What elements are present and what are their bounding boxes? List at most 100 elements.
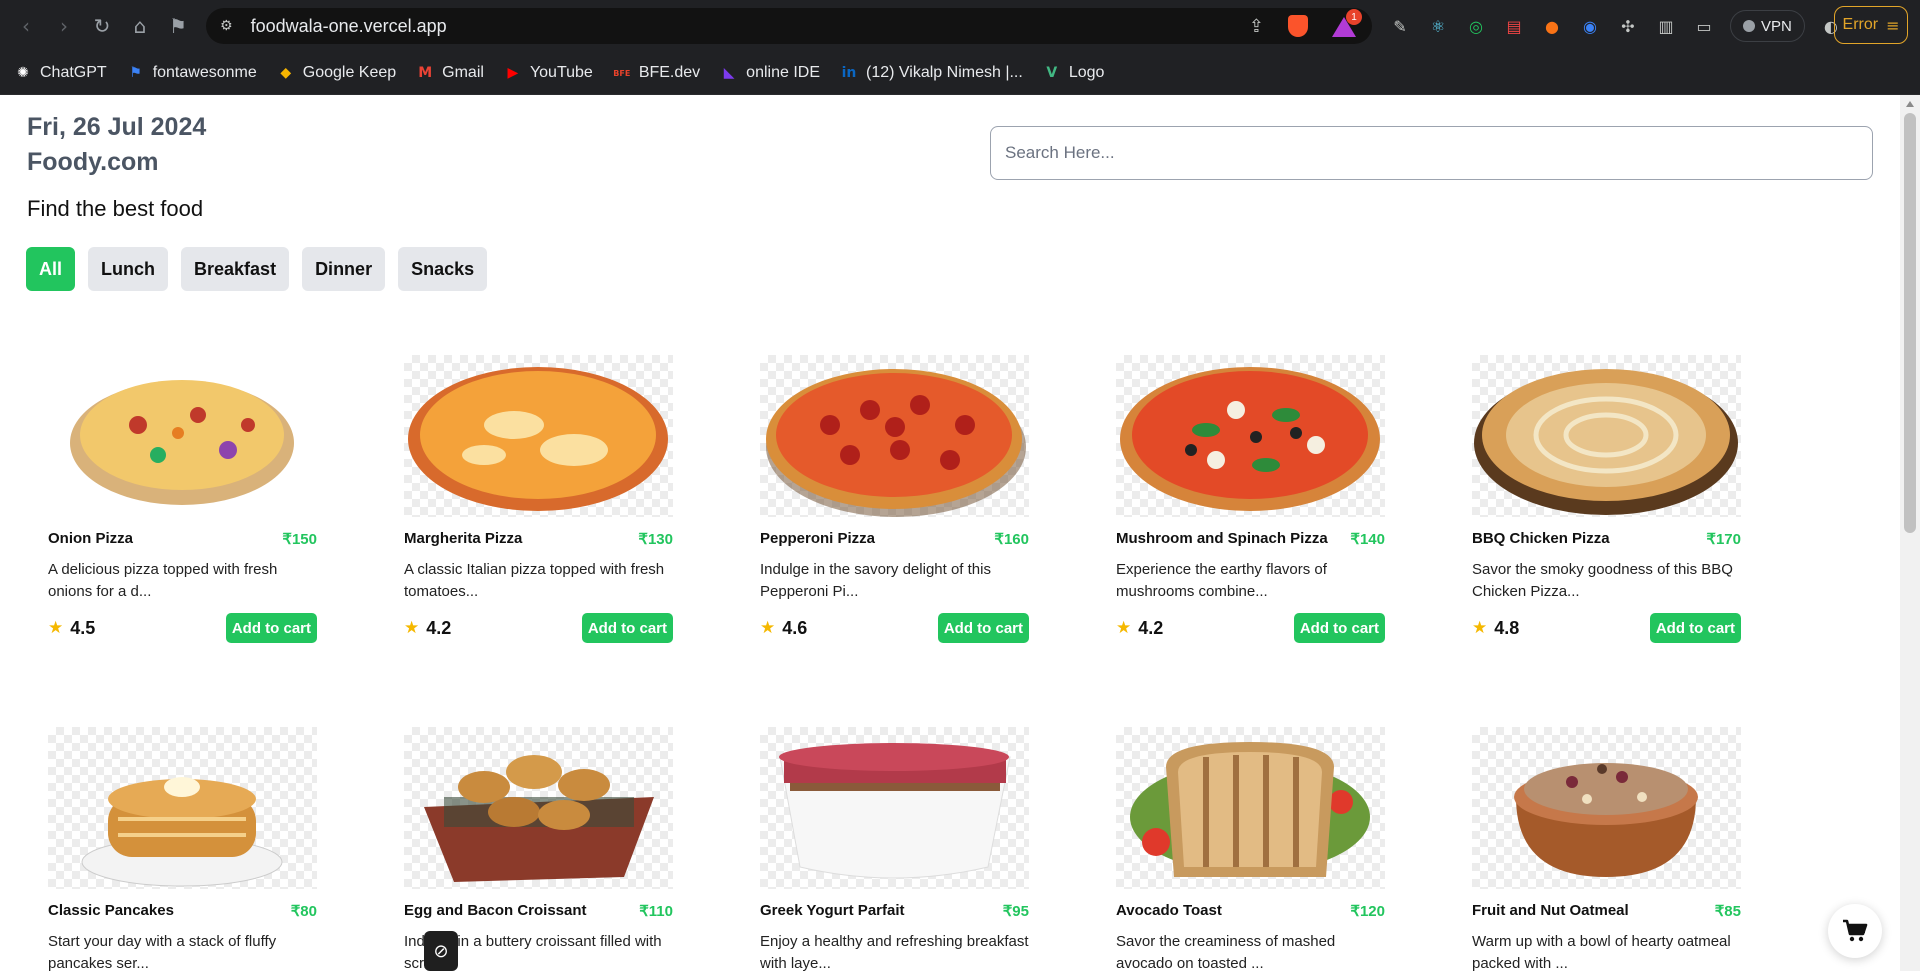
color-picker-icon[interactable]: ✎ — [1388, 14, 1412, 38]
site-brand[interactable]: Foody.com — [27, 148, 158, 177]
linkedin-icon: in — [841, 65, 857, 81]
filter-snacks[interactable]: Snacks — [398, 247, 488, 291]
food-description: Experience the earthy flavors of mushroo… — [1116, 561, 1327, 600]
filter-breakfast[interactable]: Breakfast — [181, 247, 290, 291]
food-title-row: Avocado Toast ₹120 — [1116, 902, 1385, 920]
star-icon: ★ — [1472, 618, 1488, 638]
forward-arrow-icon[interactable]: › — [46, 8, 82, 44]
bookmark-label: (12) Vikalp Nimesh |... — [866, 64, 1023, 81]
site-settings-icon[interactable]: ⚙ — [220, 18, 233, 34]
food-name: Fruit and Nut Oatmeal — [1472, 902, 1629, 919]
add-to-cart-button[interactable]: Add to cart — [1649, 613, 1741, 643]
food-title-row: Margherita Pizza ₹130 — [404, 530, 673, 548]
food-name: Pepperoni Pizza — [760, 530, 876, 547]
bookmark-item[interactable]: in (12) Vikalp Nimesh |... — [840, 64, 1023, 82]
bookmark-label: Logo — [1068, 64, 1105, 81]
bookmark-item[interactable]: ◣ online IDE — [720, 64, 820, 82]
food-name: Egg and Bacon Croissant — [404, 902, 587, 919]
food-actions-row: ★ 4.6 Add to cart — [760, 613, 1029, 643]
filter-lunch[interactable]: Lunch — [88, 247, 169, 291]
food-price: ₹150 — [282, 531, 317, 548]
youtube-icon: ▶ — [507, 65, 519, 81]
food-description: Indulge in the savory delight of this Pe… — [760, 561, 991, 600]
bookmark-label: online IDE — [746, 64, 820, 81]
rewards-badge: 1 — [1346, 9, 1362, 25]
back-arrow-icon[interactable]: ‹ — [8, 8, 44, 44]
bookmark-label: YouTube — [529, 64, 593, 81]
bookmarks-bar: ✺ ChatGPT ⚑ fontawesonme ◆ Google Keep M Gmail ▶… — [0, 52, 1920, 95]
extensions-row: ✎ ⚛ ◎ ▤ ● ◉ ✣ ▥ ▭ VPN ◐ — [1388, 10, 1843, 42]
react-devtools-icon[interactable]: ⚛ — [1426, 14, 1450, 38]
food-price: ₹80 — [290, 903, 317, 920]
add-to-cart-button[interactable]: Add to cart — [581, 613, 673, 643]
hamburger-menu-icon: ≡ — [1886, 15, 1900, 35]
food-card: Greek Yogurt Parfait ₹95 Enjoy a healthy a… — [760, 727, 1029, 971]
filter-dinner[interactable]: Dinner — [302, 247, 386, 291]
bookmark-item[interactable]: ◆ Google Keep — [277, 64, 396, 82]
food-actions-row: ★ 4.8 Add to cart — [1472, 613, 1741, 643]
food-title-row: BBQ Chicken Pizza ₹170 — [1472, 530, 1741, 548]
brave-shields-icon[interactable] — [1288, 15, 1308, 37]
add-to-cart-button[interactable]: Add to cart — [225, 613, 317, 643]
brave-rewards-icon[interactable]: 1 — [1332, 9, 1362, 37]
bookmark-item[interactable]: BFE BFE.dev — [613, 64, 700, 82]
url-text[interactable]: foodwala-one.vercel.app — [251, 16, 447, 37]
sidebar-toggle-icon[interactable]: ▥ — [1654, 14, 1678, 38]
rating-value: 4.2 — [1138, 617, 1164, 638]
cart-button[interactable] — [1828, 904, 1882, 958]
target-extension-icon[interactable]: ◎ — [1464, 14, 1488, 38]
address-bar[interactable]: ⚙ foodwala-one.vercel.app ⇪ 1 — [206, 8, 1372, 44]
orb-extension-icon[interactable]: ◉ — [1578, 14, 1602, 38]
browser-toolbar: ‹ › ↻ ⌂ ⚑ ⚙ foodwala-one.vercel.app ⇪ 1 … — [0, 0, 1920, 52]
food-title-row: Classic Pancakes ₹80 — [48, 902, 317, 920]
page-tagline: Find the best food — [27, 196, 204, 221]
bookmark-icon[interactable]: ⚑ — [160, 8, 196, 44]
share-icon[interactable]: ⇪ — [1249, 16, 1264, 37]
food-description: Savor the smoky goodness of this BBQ Chi… — [1472, 561, 1733, 600]
scroll-up-arrow-icon[interactable] — [1906, 101, 1914, 107]
food-name: BBQ Chicken Pizza — [1472, 530, 1610, 547]
food-name: Classic Pancakes — [48, 902, 174, 919]
search-input[interactable] — [990, 126, 1873, 180]
add-to-cart-button[interactable]: Add to cart — [1293, 613, 1385, 643]
food-description: Enjoy a healthy and refreshing breakfast… — [760, 933, 1029, 971]
bookmark-item[interactable]: ▶ YouTube — [504, 64, 593, 82]
add-to-cart-button[interactable]: Add to cart — [937, 613, 1029, 643]
food-actions-row: ★ 4.2 Add to cart — [1116, 613, 1385, 643]
bookmark-item[interactable]: M Gmail — [416, 64, 484, 82]
nextjs-devtools-icon[interactable]: ⊘ — [424, 931, 458, 971]
scroll-thumb[interactable] — [1904, 113, 1916, 533]
food-name: Margherita Pizza — [404, 530, 523, 547]
vpn-label: VPN — [1761, 17, 1792, 35]
vpn-button[interactable]: VPN — [1730, 10, 1805, 42]
bookmark-item[interactable]: ⚑ fontawesonme — [127, 64, 256, 82]
rating-value: 4.8 — [1494, 617, 1520, 638]
reload-icon[interactable]: ↻ — [84, 8, 120, 44]
filter-all[interactable]: All — [26, 247, 76, 291]
bookmark-label: Google Keep — [302, 64, 397, 81]
food-card: Pepperoni Pizza ₹160 Indulge in the savory… — [760, 355, 1029, 643]
food-card: Mushroom and Spinach Pizza ₹140 Experience… — [1116, 355, 1385, 643]
food-image — [1472, 727, 1741, 889]
star-icon: ★ — [760, 618, 776, 638]
extensions-puzzle-icon[interactable]: ✣ — [1616, 14, 1640, 38]
rating-value: 4.5 — [70, 617, 96, 638]
food-rating: ★ 4.2 — [1116, 618, 1163, 639]
vue-icon: V — [1046, 65, 1058, 81]
current-date: Fri, 26 Jul 2024 — [27, 113, 207, 141]
food-image — [48, 727, 317, 889]
wallet-icon[interactable]: ▭ — [1692, 14, 1716, 38]
error-menu-button[interactable]: Error ≡ — [1834, 6, 1908, 44]
food-price: ₹120 — [1350, 903, 1385, 920]
bookmark-item[interactable]: V Logo — [1043, 64, 1105, 82]
food-card: Onion Pizza ₹150 A delicious pizza topped … — [48, 355, 317, 643]
web-page: Fri, 26 Jul 2024 Foody.com Find the best… — [0, 95, 1900, 971]
calendar-extension-icon[interactable]: ▤ — [1502, 14, 1526, 38]
food-card: Classic Pancakes ₹80 Start your day with a… — [48, 727, 317, 971]
capsule-extension-icon[interactable]: ● — [1540, 14, 1564, 38]
food-price: ₹130 — [638, 531, 673, 548]
home-icon[interactable]: ⌂ — [122, 8, 158, 44]
bookmark-item[interactable]: ✺ ChatGPT — [14, 64, 107, 82]
food-description: Start your day with a stack of fluffy pa… — [48, 933, 277, 971]
page-scrollbar[interactable] — [1900, 95, 1920, 971]
